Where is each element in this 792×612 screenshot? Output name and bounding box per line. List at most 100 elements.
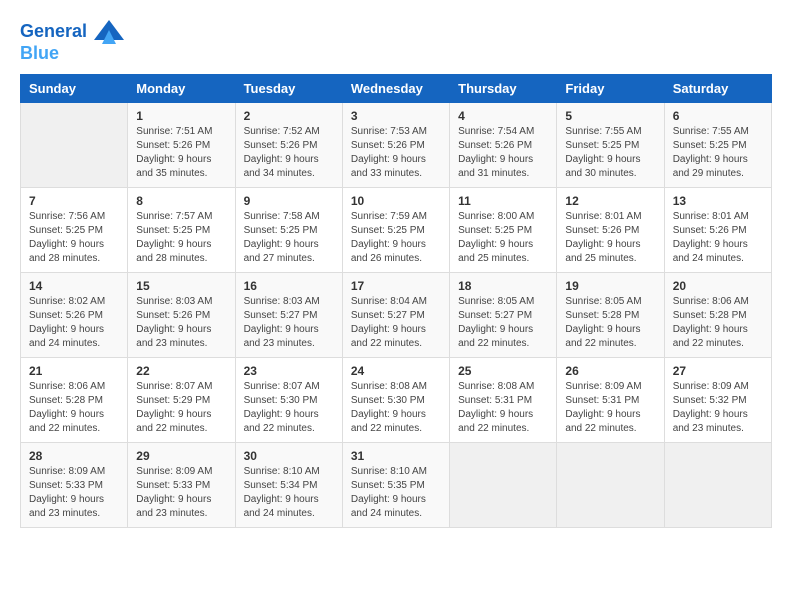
day-info: Sunrise: 8:07 AMSunset: 5:30 PMDaylight:… bbox=[244, 380, 334, 436]
day-info: Sunrise: 8:06 AMSunset: 5:28 PMDaylight:… bbox=[29, 380, 119, 436]
calendar-cell bbox=[557, 442, 664, 527]
day-info: Sunrise: 8:05 AMSunset: 5:28 PMDaylight:… bbox=[565, 295, 655, 351]
header-thursday: Thursday bbox=[450, 74, 557, 102]
day-info: Sunrise: 7:58 AMSunset: 5:25 PMDaylight:… bbox=[244, 210, 334, 266]
calendar-cell: 17 Sunrise: 8:04 AMSunset: 5:27 PMDayligh… bbox=[342, 272, 449, 357]
day-number: 21 bbox=[29, 364, 119, 378]
day-info: Sunrise: 8:02 AMSunset: 5:26 PMDaylight:… bbox=[29, 295, 119, 351]
day-info: Sunrise: 7:52 AMSunset: 5:26 PMDaylight:… bbox=[244, 125, 334, 181]
calendar-cell: 10Sunrise: 7:59 AMSunset: 5:25 PMDayligh… bbox=[342, 187, 449, 272]
calendar-cell: 21 Sunrise: 8:06 AMSunset: 5:28 PMDayligh… bbox=[21, 357, 128, 442]
day-number: 8 bbox=[136, 194, 226, 208]
calendar-cell: 9 Sunrise: 7:58 AMSunset: 5:25 PMDaylight… bbox=[235, 187, 342, 272]
day-number: 24 bbox=[351, 364, 441, 378]
day-info: Sunrise: 7:56 AMSunset: 5:25 PMDaylight:… bbox=[29, 210, 119, 266]
day-number: 20 bbox=[673, 279, 763, 293]
day-number: 16 bbox=[244, 279, 334, 293]
day-number: 13 bbox=[673, 194, 763, 208]
day-info: Sunrise: 7:55 AMSunset: 5:25 PMDaylight:… bbox=[565, 125, 655, 181]
day-info: Sunrise: 8:08 AMSunset: 5:30 PMDaylight:… bbox=[351, 380, 441, 436]
calendar-cell: 7 Sunrise: 7:56 AMSunset: 5:25 PMDaylight… bbox=[21, 187, 128, 272]
calendar-cell: 20 Sunrise: 8:06 AMSunset: 5:28 PMDayligh… bbox=[664, 272, 771, 357]
calendar-cell: 28 Sunrise: 8:09 AMSunset: 5:33 PMDayligh… bbox=[21, 442, 128, 527]
day-info: Sunrise: 8:09 AMSunset: 5:33 PMDaylight:… bbox=[29, 465, 119, 521]
day-number: 17 bbox=[351, 279, 441, 293]
day-info: Sunrise: 8:09 AMSunset: 5:33 PMDaylight:… bbox=[136, 465, 226, 521]
day-info: Sunrise: 7:57 AMSunset: 5:25 PMDaylight:… bbox=[136, 210, 226, 266]
logo-text2: Blue bbox=[20, 44, 124, 64]
day-number: 5 bbox=[565, 109, 655, 123]
day-info: Sunrise: 8:06 AMSunset: 5:28 PMDaylight:… bbox=[673, 295, 763, 351]
day-info: Sunrise: 8:00 AMSunset: 5:25 PMDaylight:… bbox=[458, 210, 548, 266]
header-saturday: Saturday bbox=[664, 74, 771, 102]
calendar-cell bbox=[664, 442, 771, 527]
calendar-cell: 14 Sunrise: 8:02 AMSunset: 5:26 PMDayligh… bbox=[21, 272, 128, 357]
calendar-cell: 3 Sunrise: 7:53 AMSunset: 5:26 PMDaylight… bbox=[342, 102, 449, 187]
calendar-cell: 27 Sunrise: 8:09 AMSunset: 5:32 PMDayligh… bbox=[664, 357, 771, 442]
week-row-3: 14 Sunrise: 8:02 AMSunset: 5:26 PMDayligh… bbox=[21, 272, 772, 357]
calendar-cell: 22Sunrise: 8:07 AMSunset: 5:29 PMDayligh… bbox=[128, 357, 235, 442]
week-row-2: 7 Sunrise: 7:56 AMSunset: 5:25 PMDaylight… bbox=[21, 187, 772, 272]
calendar-cell: 15Sunrise: 8:03 AMSunset: 5:26 PMDayligh… bbox=[128, 272, 235, 357]
day-number: 23 bbox=[244, 364, 334, 378]
day-number: 30 bbox=[244, 449, 334, 463]
day-number: 26 bbox=[565, 364, 655, 378]
calendar-cell: 16 Sunrise: 8:03 AMSunset: 5:27 PMDayligh… bbox=[235, 272, 342, 357]
header-monday: Monday bbox=[128, 74, 235, 102]
day-info: Sunrise: 7:53 AMSunset: 5:26 PMDaylight:… bbox=[351, 125, 441, 181]
day-number: 4 bbox=[458, 109, 548, 123]
logo: General Blue bbox=[20, 20, 124, 64]
day-number: 9 bbox=[244, 194, 334, 208]
day-info: Sunrise: 8:10 AMSunset: 5:35 PMDaylight:… bbox=[351, 465, 441, 521]
day-info: Sunrise: 8:01 AMSunset: 5:26 PMDaylight:… bbox=[565, 210, 655, 266]
day-number: 2 bbox=[244, 109, 334, 123]
day-number: 3 bbox=[351, 109, 441, 123]
calendar-cell: 31Sunrise: 8:10 AMSunset: 5:35 PMDayligh… bbox=[342, 442, 449, 527]
day-number: 12 bbox=[565, 194, 655, 208]
calendar-cell: 26 Sunrise: 8:09 AMSunset: 5:31 PMDayligh… bbox=[557, 357, 664, 442]
calendar-cell bbox=[450, 442, 557, 527]
calendar-cell: 5 Sunrise: 7:55 AMSunset: 5:25 PMDaylight… bbox=[557, 102, 664, 187]
header-wednesday: Wednesday bbox=[342, 74, 449, 102]
header-tuesday: Tuesday bbox=[235, 74, 342, 102]
calendar-cell: 8 Sunrise: 7:57 AMSunset: 5:25 PMDaylight… bbox=[128, 187, 235, 272]
calendar-cell: 4 Sunrise: 7:54 AMSunset: 5:26 PMDaylight… bbox=[450, 102, 557, 187]
week-row-5: 28 Sunrise: 8:09 AMSunset: 5:33 PMDayligh… bbox=[21, 442, 772, 527]
day-info: Sunrise: 8:10 AMSunset: 5:34 PMDaylight:… bbox=[244, 465, 334, 521]
calendar-cell: 12 Sunrise: 8:01 AMSunset: 5:26 PMDayligh… bbox=[557, 187, 664, 272]
calendar-cell: 23 Sunrise: 8:07 AMSunset: 5:30 PMDayligh… bbox=[235, 357, 342, 442]
day-number: 22 bbox=[136, 364, 226, 378]
day-info: Sunrise: 8:08 AMSunset: 5:31 PMDaylight:… bbox=[458, 380, 548, 436]
day-number: 29 bbox=[136, 449, 226, 463]
day-number: 25 bbox=[458, 364, 548, 378]
day-info: Sunrise: 8:09 AMSunset: 5:31 PMDaylight:… bbox=[565, 380, 655, 436]
day-info: Sunrise: 7:51 AMSunset: 5:26 PMDaylight:… bbox=[136, 125, 226, 181]
week-row-1: 1 Sunrise: 7:51 AMSunset: 5:26 PMDaylight… bbox=[21, 102, 772, 187]
day-number: 1 bbox=[136, 109, 226, 123]
day-info: Sunrise: 7:54 AMSunset: 5:26 PMDaylight:… bbox=[458, 125, 548, 181]
page-header: General Blue bbox=[20, 20, 772, 64]
day-info: Sunrise: 8:05 AMSunset: 5:27 PMDaylight:… bbox=[458, 295, 548, 351]
day-info: Sunrise: 8:03 AMSunset: 5:27 PMDaylight:… bbox=[244, 295, 334, 351]
calendar-cell bbox=[21, 102, 128, 187]
day-number: 28 bbox=[29, 449, 119, 463]
day-info: Sunrise: 7:55 AMSunset: 5:25 PMDaylight:… bbox=[673, 125, 763, 181]
day-number: 11 bbox=[458, 194, 548, 208]
calendar-cell: 19 Sunrise: 8:05 AMSunset: 5:28 PMDayligh… bbox=[557, 272, 664, 357]
day-number: 6 bbox=[673, 109, 763, 123]
day-number: 14 bbox=[29, 279, 119, 293]
day-number: 19 bbox=[565, 279, 655, 293]
calendar-cell: 11 Sunrise: 8:00 AMSunset: 5:25 PMDayligh… bbox=[450, 187, 557, 272]
day-number: 7 bbox=[29, 194, 119, 208]
day-info: Sunrise: 7:59 AMSunset: 5:25 PMDaylight:… bbox=[351, 210, 441, 266]
day-number: 27 bbox=[673, 364, 763, 378]
day-info: Sunrise: 8:01 AMSunset: 5:26 PMDaylight:… bbox=[673, 210, 763, 266]
day-number: 15 bbox=[136, 279, 226, 293]
calendar-table: SundayMondayTuesdayWednesdayThursdayFrid… bbox=[20, 74, 772, 528]
header-friday: Friday bbox=[557, 74, 664, 102]
day-number: 18 bbox=[458, 279, 548, 293]
calendar-cell: 29 Sunrise: 8:09 AMSunset: 5:33 PMDayligh… bbox=[128, 442, 235, 527]
day-info: Sunrise: 8:09 AMSunset: 5:32 PMDaylight:… bbox=[673, 380, 763, 436]
day-info: Sunrise: 8:04 AMSunset: 5:27 PMDaylight:… bbox=[351, 295, 441, 351]
calendar-cell: 24 Sunrise: 8:08 AMSunset: 5:30 PMDayligh… bbox=[342, 357, 449, 442]
